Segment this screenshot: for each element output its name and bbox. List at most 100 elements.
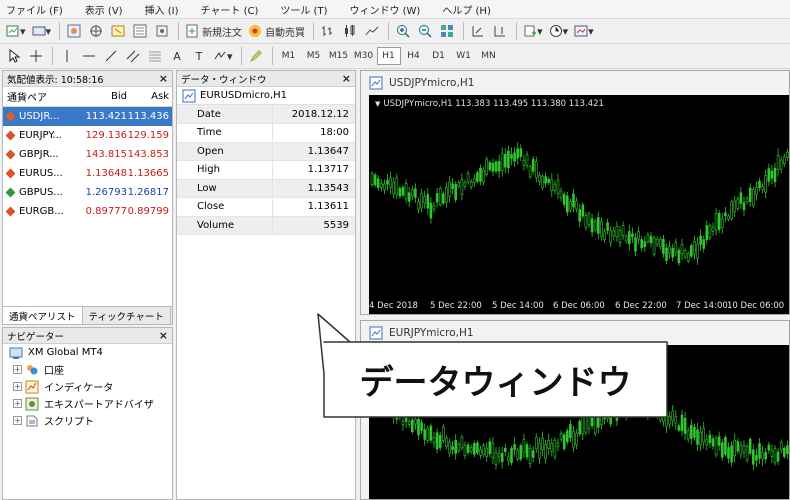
data-key: Date [177, 105, 273, 124]
accounts-icon [27, 364, 38, 374]
navigator-toggle-button[interactable] [108, 21, 128, 41]
tile-windows-button[interactable] [437, 21, 457, 41]
timeframe-button[interactable]: H1 [376, 47, 401, 65]
candle-body [600, 221, 603, 237]
candle-body [504, 447, 507, 453]
market-watch-row[interactable]: GBPUS... 1.26793 1.26817 [3, 183, 172, 202]
market-watch-row[interactable]: EURGB... 0.89777 0.89799 [3, 202, 172, 221]
terminal-toggle-button[interactable] [130, 21, 150, 41]
expand-icon[interactable]: + [13, 416, 22, 425]
candle-body [590, 218, 594, 233]
vertical-line-tool[interactable] [57, 46, 77, 66]
autoscroll-button[interactable] [468, 21, 488, 41]
tester-toggle-button[interactable] [152, 21, 172, 41]
candle-body [429, 202, 433, 219]
menu-item[interactable]: ヘルプ (H) [442, 2, 491, 17]
navigator-root[interactable]: XM Global MT4 [3, 344, 172, 361]
fibonacci-tool[interactable] [145, 46, 165, 66]
timeframe-button[interactable]: M1 [277, 47, 301, 65]
close-icon[interactable]: × [159, 329, 168, 342]
timeframe-button[interactable]: MN [477, 47, 501, 65]
timeframe-button[interactable]: M5 [302, 47, 326, 65]
trendline-tool[interactable] [101, 46, 121, 66]
candle-body [696, 429, 699, 445]
tab-tick-chart[interactable]: ティックチャート [83, 307, 171, 324]
callout-annotation: データウィンドウ [317, 313, 671, 421]
candle-body [618, 230, 622, 244]
column-symbol[interactable]: 通貨ペア [3, 89, 81, 104]
crosshair-tool[interactable] [26, 46, 46, 66]
new-order-button[interactable]: 新規注文 [183, 21, 244, 41]
line-chart-button[interactable] [362, 21, 382, 41]
navigator-item-indicators[interactable]: + インディケータ [3, 378, 172, 395]
expand-icon[interactable]: + [13, 382, 22, 391]
market-watch-row[interactable]: EURJPY... 129.136 129.159 [3, 126, 172, 145]
navigator-item-accounts[interactable]: + 口座 [3, 361, 172, 378]
candle-body [727, 215, 730, 220]
candle-body [423, 429, 427, 440]
new-chart-button[interactable]: ▾ [4, 21, 28, 41]
candle-body [786, 151, 789, 158]
expand-icon[interactable]: + [13, 365, 22, 374]
menu-item[interactable]: 表示 (V) [85, 2, 123, 17]
candle-body [528, 448, 532, 465]
candle-body [634, 237, 637, 252]
column-ask[interactable]: Ask [127, 91, 171, 102]
menu-item[interactable]: ファイル (F) [6, 2, 63, 17]
candle-body [646, 234, 650, 242]
timeframe-button[interactable]: M30 [352, 47, 376, 65]
data-window-toggle-button[interactable] [86, 21, 106, 41]
bar-chart-button[interactable] [318, 21, 338, 41]
auto-trading-button[interactable]: 自動売買 [246, 21, 307, 41]
navigator-item-label: スクリプト [44, 417, 94, 428]
market-watch-row[interactable]: GBPJR... 143.815 143.853 [3, 145, 172, 164]
horizontal-line-tool[interactable] [79, 46, 99, 66]
timeframe-button[interactable]: D1 [427, 47, 451, 65]
timeframe-button[interactable]: M15 [327, 47, 351, 65]
column-bid[interactable]: Bid [81, 91, 127, 102]
navigator-item-experts[interactable]: + エキスパートアドバイザ [3, 395, 172, 412]
price-chart-area[interactable]: ▼ USDJPYmicro,H1 113.383 113.495 113.380 … [369, 95, 789, 314]
market-watch-toggle-button[interactable] [64, 21, 84, 41]
candle-body [615, 226, 619, 238]
zoom-in-button[interactable] [393, 21, 413, 41]
candle-body [401, 421, 405, 425]
expand-icon[interactable]: + [13, 399, 22, 408]
timeframe-button[interactable]: W1 [452, 47, 476, 65]
menu-item[interactable]: ウィンドウ (W) [349, 2, 420, 17]
periods-clock-button[interactable]: ▾ [547, 21, 571, 41]
text-tool[interactable]: A [167, 46, 187, 66]
menu-item[interactable]: 挿入 (I) [145, 2, 179, 17]
navigator-item-scripts[interactable]: + スクリプト [3, 412, 172, 429]
indicators-button[interactable]: ▾ [521, 21, 545, 41]
timeframe-button[interactable]: H4 [402, 47, 426, 65]
text-label-tool[interactable]: T [189, 46, 209, 66]
candle-body [662, 238, 665, 254]
close-icon[interactable]: × [159, 72, 168, 85]
candle-body [380, 182, 383, 188]
symbol-status-icon [5, 111, 16, 122]
candle-body [469, 447, 473, 452]
profiles-button[interactable]: ▾ [30, 21, 54, 41]
close-icon[interactable]: × [342, 72, 351, 85]
candlestick-chart-button[interactable] [340, 21, 360, 41]
chart-window-title: USDJPYmicro,H1 [389, 77, 475, 89]
menu-item[interactable]: チャート (C) [201, 2, 259, 17]
candle-body [513, 444, 516, 451]
menu-item[interactable]: ツール (T) [280, 2, 327, 17]
pencil-tool[interactable] [246, 46, 266, 66]
zoom-out-button[interactable] [415, 21, 435, 41]
candle-body [677, 425, 681, 431]
candle-body [485, 158, 488, 175]
candle-body [745, 446, 749, 461]
chart-shift-button[interactable] [490, 21, 510, 41]
channel-tool[interactable] [123, 46, 143, 66]
market-watch-row[interactable]: USDJR... 113.421 113.436 [3, 107, 172, 126]
chart-window-usdjpy[interactable]: USDJPYmicro,H1 ▼ USDJPYmicro,H1 113.383 1… [360, 70, 790, 315]
cursor-tool[interactable] [4, 46, 24, 66]
arrows-tool[interactable]: ▾ [211, 46, 235, 66]
tab-symbol-list[interactable]: 通貨ペアリスト [3, 307, 83, 324]
candle-body [457, 443, 461, 451]
templates-button[interactable]: ▾ [572, 21, 596, 41]
market-watch-row[interactable]: EURUS... 1.13648 1.13665 [3, 164, 172, 183]
